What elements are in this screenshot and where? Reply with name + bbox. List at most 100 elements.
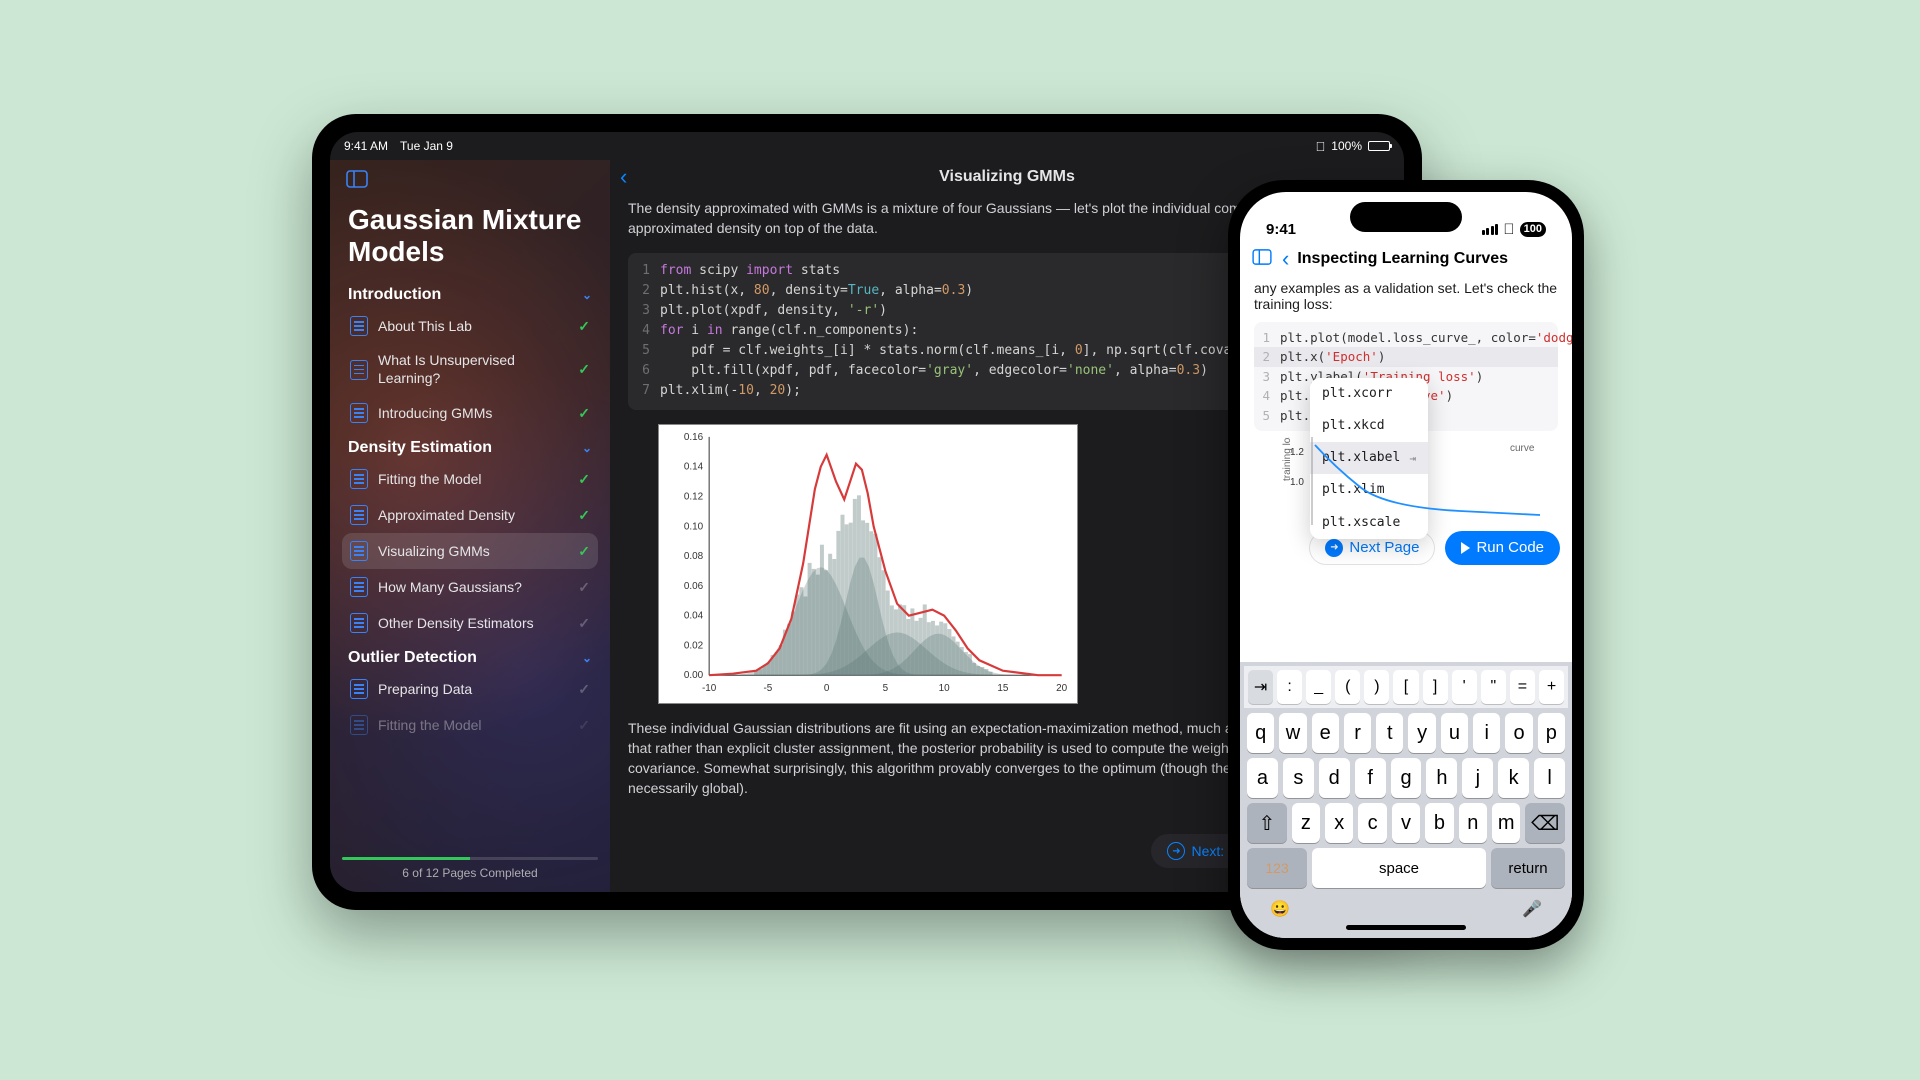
sidebar-toggle-icon[interactable] [1252,249,1272,270]
sidebar-item-label: Other Density Estimators [378,615,568,633]
key[interactable]: q [1247,713,1274,753]
sidebar-item-label: Visualizing GMMs [378,543,568,561]
svg-text:-10: -10 [702,683,717,694]
key[interactable]: z [1292,803,1320,843]
accessory-key[interactable]: = [1510,670,1535,704]
key[interactable]: s [1283,758,1314,798]
sidebar-list[interactable]: Introduction⌄ About This Lab ✓ What Is U… [342,278,598,849]
status-time: 9:41 AM [344,139,388,153]
key[interactable]: d [1319,758,1350,798]
status-time: 9:41 [1266,221,1296,238]
key[interactable]: m [1492,803,1520,843]
key[interactable]: b [1425,803,1453,843]
mic-icon[interactable]: 🎤 [1522,899,1542,919]
accessory-key[interactable]: : [1277,670,1302,704]
key[interactable]: ⌫ [1525,803,1565,843]
key[interactable]: r [1344,713,1371,753]
key[interactable]: c [1358,803,1386,843]
sidebar-item[interactable]: Fitting the Model ✓ [342,707,598,743]
sidebar-item-label: Fitting the Model [378,471,568,489]
sidebar-item[interactable]: What Is Unsupervised Learning? ✓ [342,344,598,395]
key-space[interactable]: space [1312,848,1486,888]
key[interactable]: p [1538,713,1565,753]
sidebar-item[interactable]: Fitting the Model ✓ [342,461,598,497]
key[interactable]: ⇧ [1247,803,1287,843]
check-icon: ✓ [578,471,590,488]
accessory-key[interactable]: ' [1452,670,1477,704]
accessory-key[interactable]: ] [1423,670,1448,704]
sidebar: Gaussian Mixture Models Introduction⌄ Ab… [330,160,610,892]
svg-text:0.06: 0.06 [684,580,704,591]
sidebar-section-header[interactable]: Outlier Detection⌄ [348,649,592,667]
svg-text:curve: curve [1510,443,1535,454]
doc-icon [350,316,368,336]
check-icon: ✓ [578,681,590,698]
svg-text:5: 5 [883,683,889,694]
doc-icon [350,403,368,423]
run-code-button[interactable]: Run Code [1445,531,1560,565]
back-button[interactable]: ‹ [620,164,627,190]
svg-text:15: 15 [997,683,1009,694]
battery-pct: 100 [1520,222,1546,237]
key[interactable]: o [1505,713,1532,753]
key[interactable]: g [1391,758,1422,798]
accessory-key[interactable]: + [1539,670,1564,704]
check-icon: ✓ [578,361,590,378]
key-123[interactable]: 123 [1247,848,1307,888]
key[interactable]: f [1355,758,1386,798]
key[interactable]: u [1441,713,1468,753]
accessory-key[interactable]: [ [1393,670,1418,704]
key[interactable]: x [1325,803,1353,843]
autocomplete-item[interactable]: plt.xcorr [1310,378,1428,410]
doc-icon [350,469,368,489]
chevron-down-icon: ⌄ [582,441,592,455]
key[interactable]: l [1534,758,1565,798]
svg-text:1.2: 1.2 [1290,447,1304,458]
emoji-icon[interactable]: 😀 [1270,899,1290,919]
cellular-icon [1482,224,1499,235]
key[interactable]: j [1462,758,1493,798]
sidebar-item[interactable]: Approximated Density ✓ [342,497,598,533]
accessory-key[interactable]: ( [1335,670,1360,704]
key[interactable]: n [1459,803,1487,843]
sidebar-toggle-icon[interactable] [342,164,372,194]
back-button[interactable]: ‹ [1282,246,1289,272]
accessory-key[interactable]: ⇥ [1248,670,1273,704]
key[interactable]: i [1473,713,1500,753]
sidebar-item[interactable]: Visualizing GMMs ✓ [342,533,598,569]
sidebar-item[interactable]: Other Density Estimators ✓ [342,605,598,641]
key[interactable]: a [1247,758,1278,798]
key[interactable]: e [1312,713,1339,753]
key[interactable]: w [1279,713,1306,753]
accessory-key[interactable]: " [1481,670,1506,704]
key[interactable]: v [1392,803,1420,843]
svg-text:training loss: training loss [1282,437,1293,481]
sidebar-section-header[interactable]: Density Estimation⌄ [348,439,592,457]
accessory-key[interactable]: _ [1306,670,1331,704]
sidebar-item[interactable]: Introducing GMMs ✓ [342,395,598,431]
iphone-content[interactable]: any examples as a validation set. Let's … [1240,276,1572,525]
keyboard-accessory-row[interactable]: ⇥:_()[]'"=+ [1244,666,1568,708]
accessory-key[interactable]: ) [1364,670,1389,704]
keyboard[interactable]: ⇥:_()[]'"=+ qwertyuiop asdfghjkl ⇧zxcvbn… [1240,662,1572,938]
doc-icon [350,577,368,597]
sidebar-item-label: What Is Unsupervised Learning? [378,352,568,387]
sidebar-item[interactable]: Preparing Data ✓ [342,671,598,707]
key[interactable]: h [1426,758,1457,798]
key-return[interactable]: return [1491,848,1565,888]
code-block[interactable]: 1plt.plot(model.loss_curve_, color='dodg… [1254,322,1558,431]
arrow-right-icon: ➜ [1167,842,1185,860]
key[interactable]: y [1408,713,1435,753]
home-indicator[interactable] [1346,925,1466,930]
sidebar-section-header[interactable]: Introduction⌄ [348,286,592,304]
arrow-right-icon: ➜ [1325,539,1343,557]
key[interactable]: k [1498,758,1529,798]
key[interactable]: t [1376,713,1403,753]
svg-text:0: 0 [824,683,830,694]
check-icon: ✓ [578,543,590,560]
svg-text:-5: -5 [763,683,772,694]
sidebar-item[interactable]: How Many Gaussians? ✓ [342,569,598,605]
sidebar-progress: 6 of 12 Pages Completed [342,849,598,892]
sidebar-item[interactable]: About This Lab ✓ [342,308,598,344]
run-code-label: Run Code [1476,539,1544,556]
